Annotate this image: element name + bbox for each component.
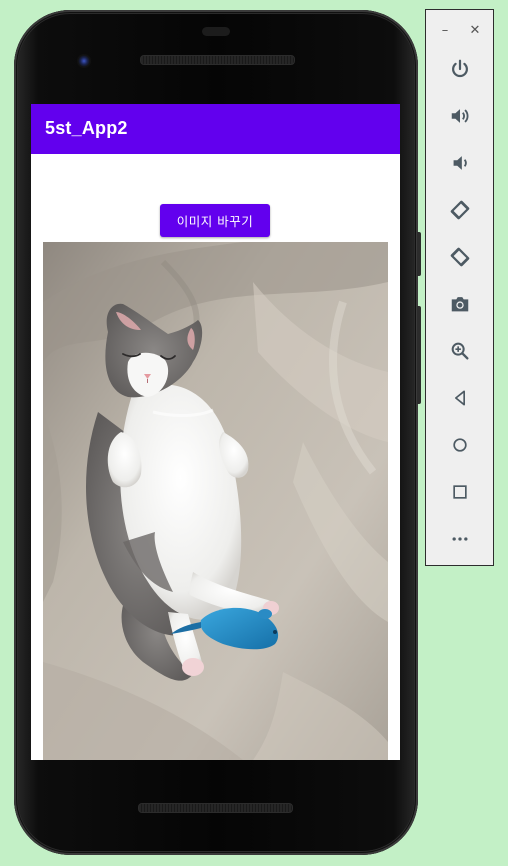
- app-bar: 5st_App2: [31, 104, 400, 154]
- emulator-toolbar: – ✕: [425, 9, 494, 566]
- home-button[interactable]: [446, 431, 474, 459]
- more-icon: [452, 537, 468, 541]
- kitten-photo: [43, 242, 388, 760]
- minimize-button[interactable]: –: [437, 22, 453, 38]
- phone-frame: 5st_App2 이미지 바꾸기: [14, 10, 421, 855]
- rotate-right-icon: [450, 247, 470, 267]
- home-icon: [453, 438, 467, 452]
- screenshot-icon: [451, 297, 469, 312]
- volume-up-button[interactable]: [446, 102, 474, 130]
- earpiece: [202, 27, 230, 36]
- volume-up-icon: [451, 109, 469, 123]
- overview-icon: [453, 485, 467, 499]
- rotate-left-button[interactable]: [446, 196, 474, 224]
- power-icon: [452, 59, 468, 78]
- power-button[interactable]: [446, 55, 474, 83]
- top-speaker-grille: [140, 55, 295, 65]
- close-button[interactable]: ✕: [467, 22, 483, 38]
- phone-power-key[interactable]: [417, 232, 421, 276]
- back-button[interactable]: [446, 384, 474, 412]
- volume-down-icon: [453, 156, 467, 170]
- app-title: 5st_App2: [45, 118, 128, 138]
- zoom-button[interactable]: [446, 337, 474, 365]
- phone-volume-key[interactable]: [417, 306, 421, 404]
- zoom-icon: [451, 342, 469, 360]
- back-icon: [455, 390, 465, 406]
- app-screen: 5st_App2 이미지 바꾸기: [31, 104, 400, 760]
- volume-down-button[interactable]: [446, 149, 474, 177]
- rotate-right-button[interactable]: [446, 243, 474, 271]
- rotate-left-icon: [450, 200, 470, 220]
- more-button[interactable]: [446, 525, 474, 553]
- change-image-button[interactable]: 이미지 바꾸기: [160, 204, 270, 237]
- toolbar-window-controls: – ✕: [426, 10, 493, 50]
- screenshot-button[interactable]: [446, 290, 474, 318]
- front-camera: [77, 54, 91, 68]
- overview-button[interactable]: [446, 478, 474, 506]
- bottom-speaker-grille: [138, 803, 293, 813]
